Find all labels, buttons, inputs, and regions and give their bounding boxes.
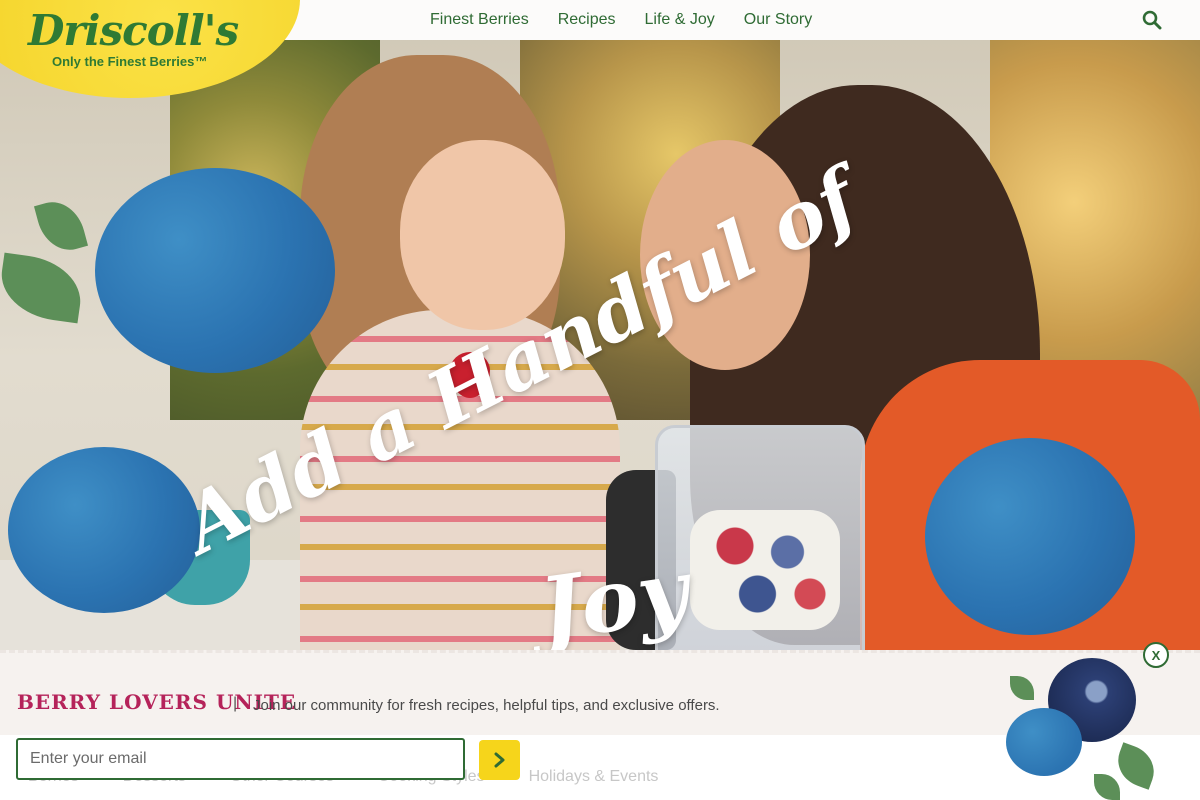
blueberry-decoration <box>925 438 1135 635</box>
close-banner-button[interactable]: X <box>1143 642 1169 668</box>
brand-tagline: Only the Finest Berries™ <box>52 54 208 69</box>
nav-item-life-and-joy[interactable]: Life & Joy <box>645 11 715 29</box>
headline-line-2: Joy <box>533 540 695 661</box>
newsletter-signup-banner: Berries Desserts Other Courses Cooking S… <box>0 642 1200 800</box>
chevron-right-icon <box>494 752 504 768</box>
search-icon[interactable] <box>1142 10 1162 30</box>
nav-item-finest-berries[interactable]: Finest Berries <box>430 11 529 29</box>
nav-item-recipes[interactable]: Recipes <box>558 11 616 29</box>
nav-item-our-story[interactable]: Our Story <box>744 11 812 29</box>
submit-button[interactable] <box>479 740 520 780</box>
brand-logo[interactable]: Driscoll's <box>28 6 239 55</box>
filter-holidays-events: Holidays & Events <box>528 768 659 785</box>
blender-berries <box>690 510 840 630</box>
main-nav: Finest Berries Recipes Life & Joy Our St… <box>430 11 812 29</box>
leaf-decoration <box>33 195 89 257</box>
blueberry-decoration <box>1006 708 1082 776</box>
email-input[interactable] <box>16 738 465 780</box>
leaf-decoration <box>0 252 86 324</box>
signup-description: Join our community for fresh recipes, he… <box>253 697 720 714</box>
blueberry-decoration <box>8 447 200 613</box>
heading-separator: | <box>233 695 238 712</box>
blueberry-decoration <box>95 168 335 373</box>
